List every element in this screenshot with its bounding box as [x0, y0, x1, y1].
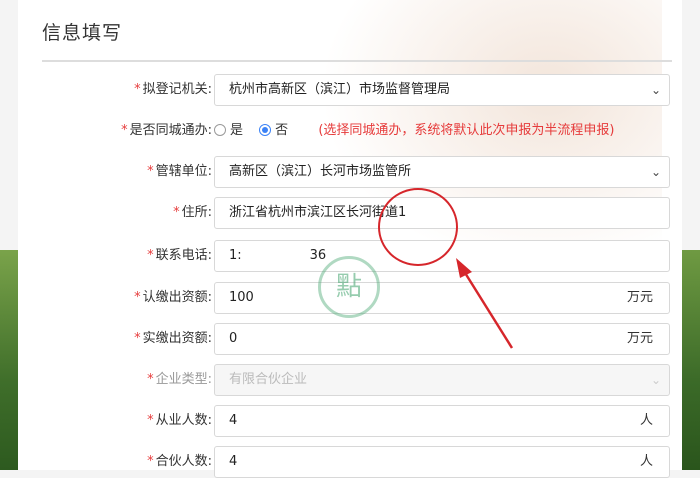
annotation-arrow-icon: [456, 258, 514, 349]
